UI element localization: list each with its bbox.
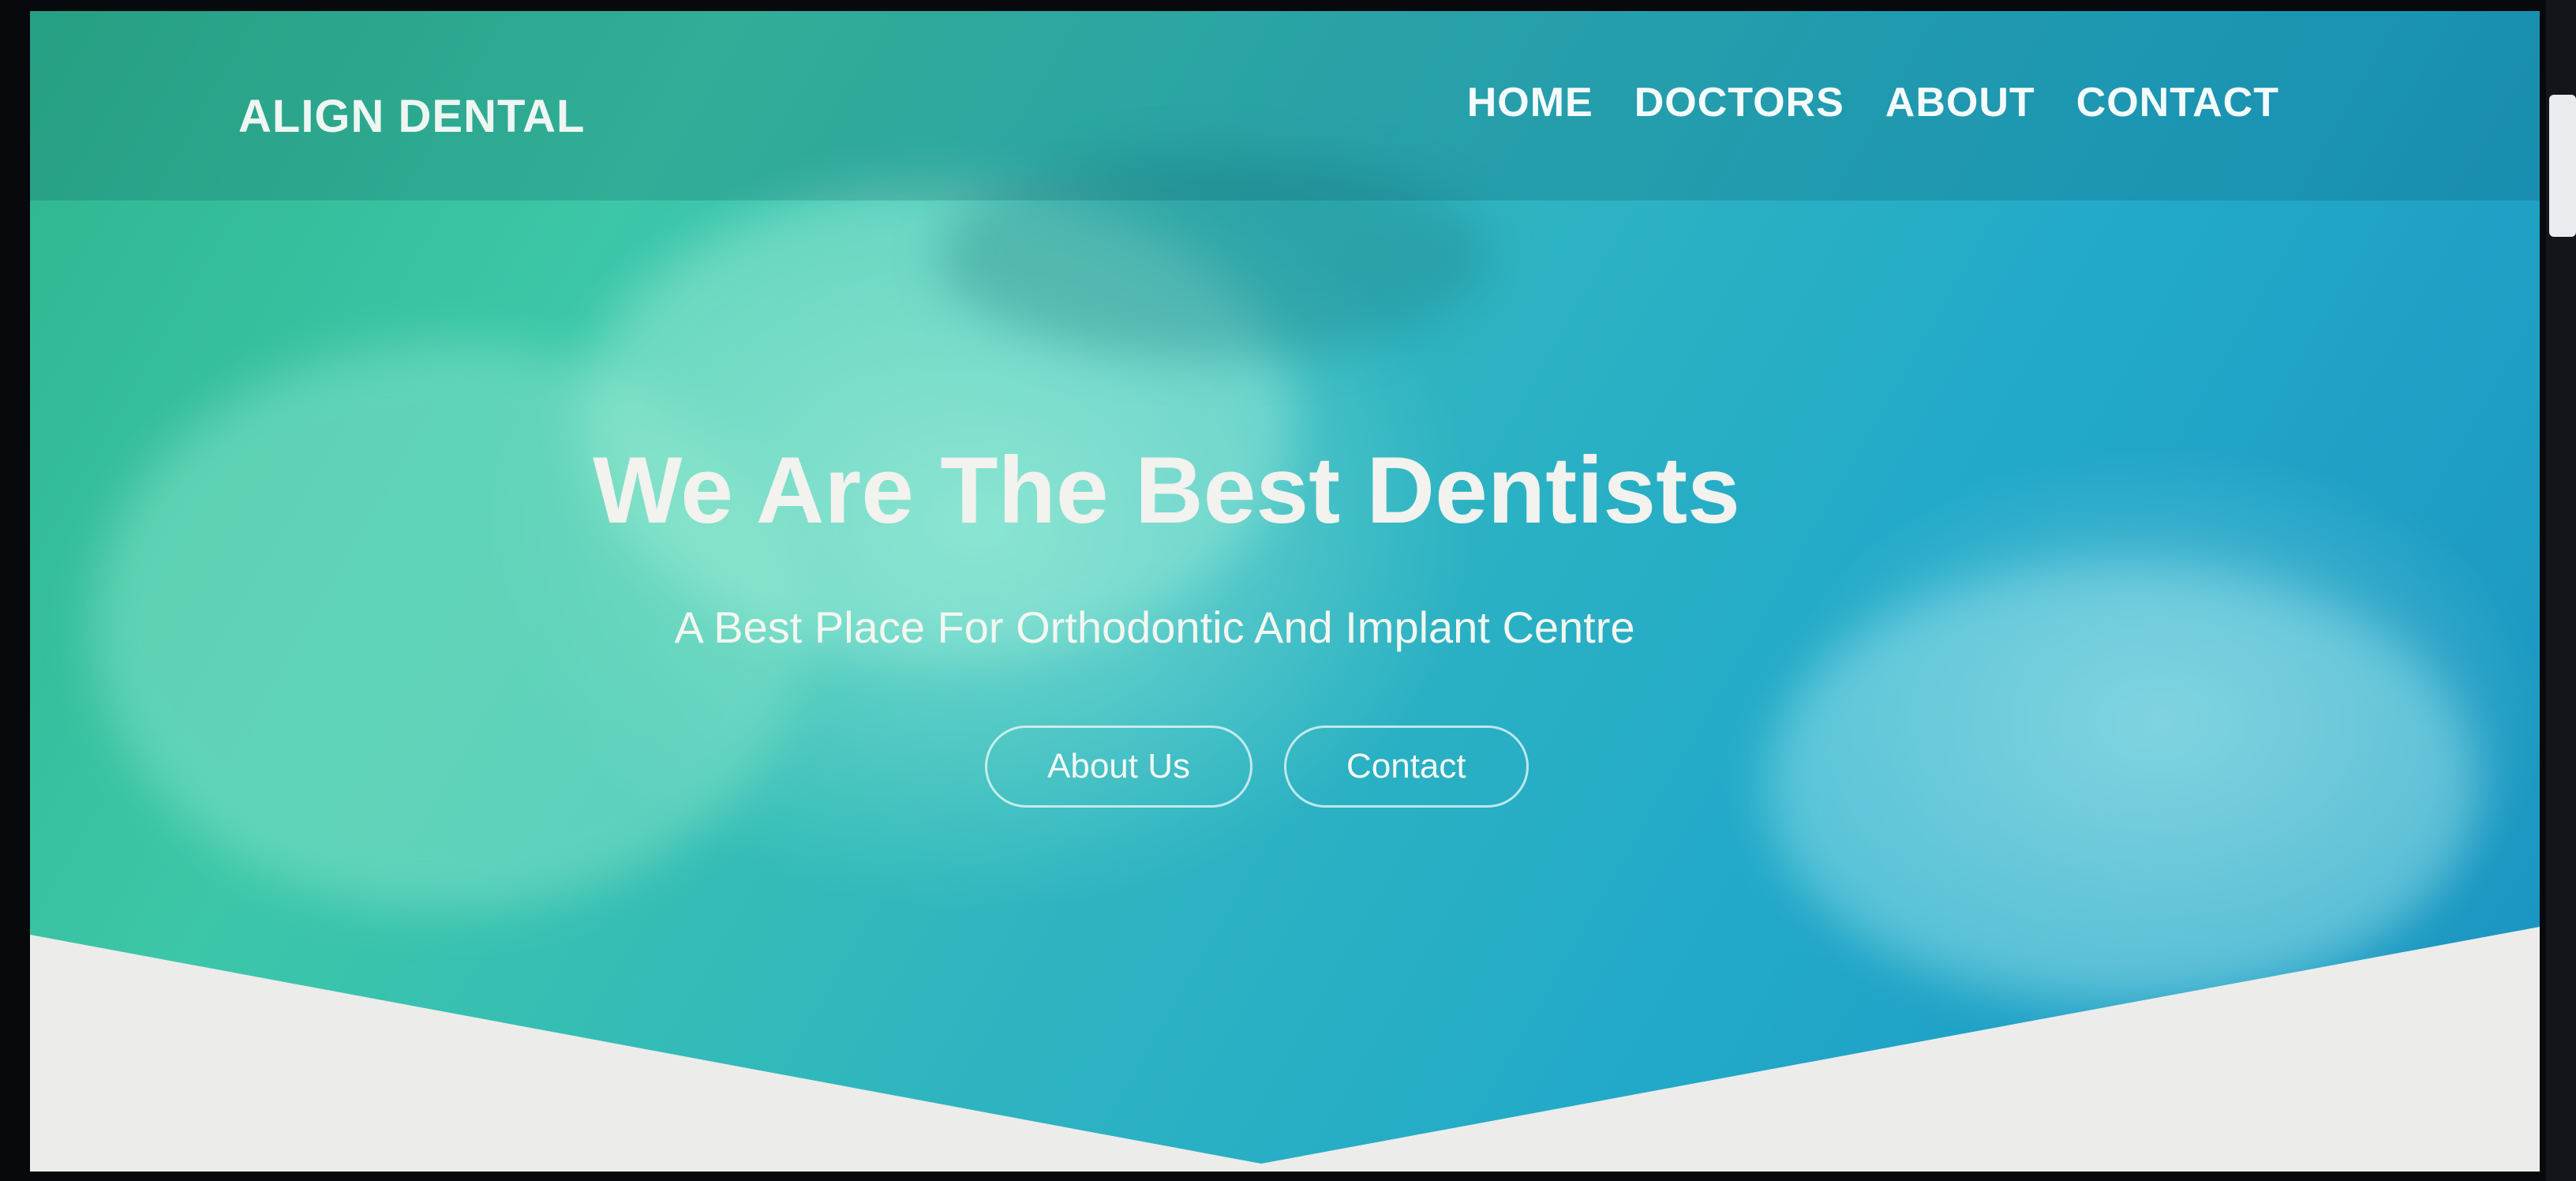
scrollbar-thumb[interactable] bbox=[2549, 95, 2576, 237]
brand-logo[interactable]: ALIGN DENTAL bbox=[238, 90, 585, 143]
about-us-button[interactable]: About Us bbox=[985, 725, 1252, 808]
section-divider bbox=[30, 927, 2540, 1172]
contact-button[interactable]: Contact bbox=[1283, 725, 1529, 808]
screen: ALIGN DENTAL HOME DOCTORS ABOUT CONTACT … bbox=[0, 0, 2576, 1181]
nav-link-about[interactable]: ABOUT bbox=[1885, 79, 2035, 126]
main-nav: HOME DOCTORS ABOUT CONTACT bbox=[1467, 79, 2279, 126]
hero-section: ALIGN DENTAL HOME DOCTORS ABOUT CONTACT … bbox=[30, 11, 2540, 1172]
navbar: ALIGN DENTAL HOME DOCTORS ABOUT CONTACT bbox=[30, 11, 2540, 201]
nav-link-contact[interactable]: CONTACT bbox=[2076, 79, 2279, 126]
nav-link-home[interactable]: HOME bbox=[1467, 79, 1593, 126]
hero-title: We Are The Best Dentists bbox=[593, 437, 1740, 543]
hero-subtitle: A Best Place For Orthodontic And Implant… bbox=[674, 602, 1635, 652]
hero-actions: About Us Contact bbox=[985, 725, 1529, 808]
nav-link-doctors[interactable]: DOCTORS bbox=[1634, 79, 1844, 126]
